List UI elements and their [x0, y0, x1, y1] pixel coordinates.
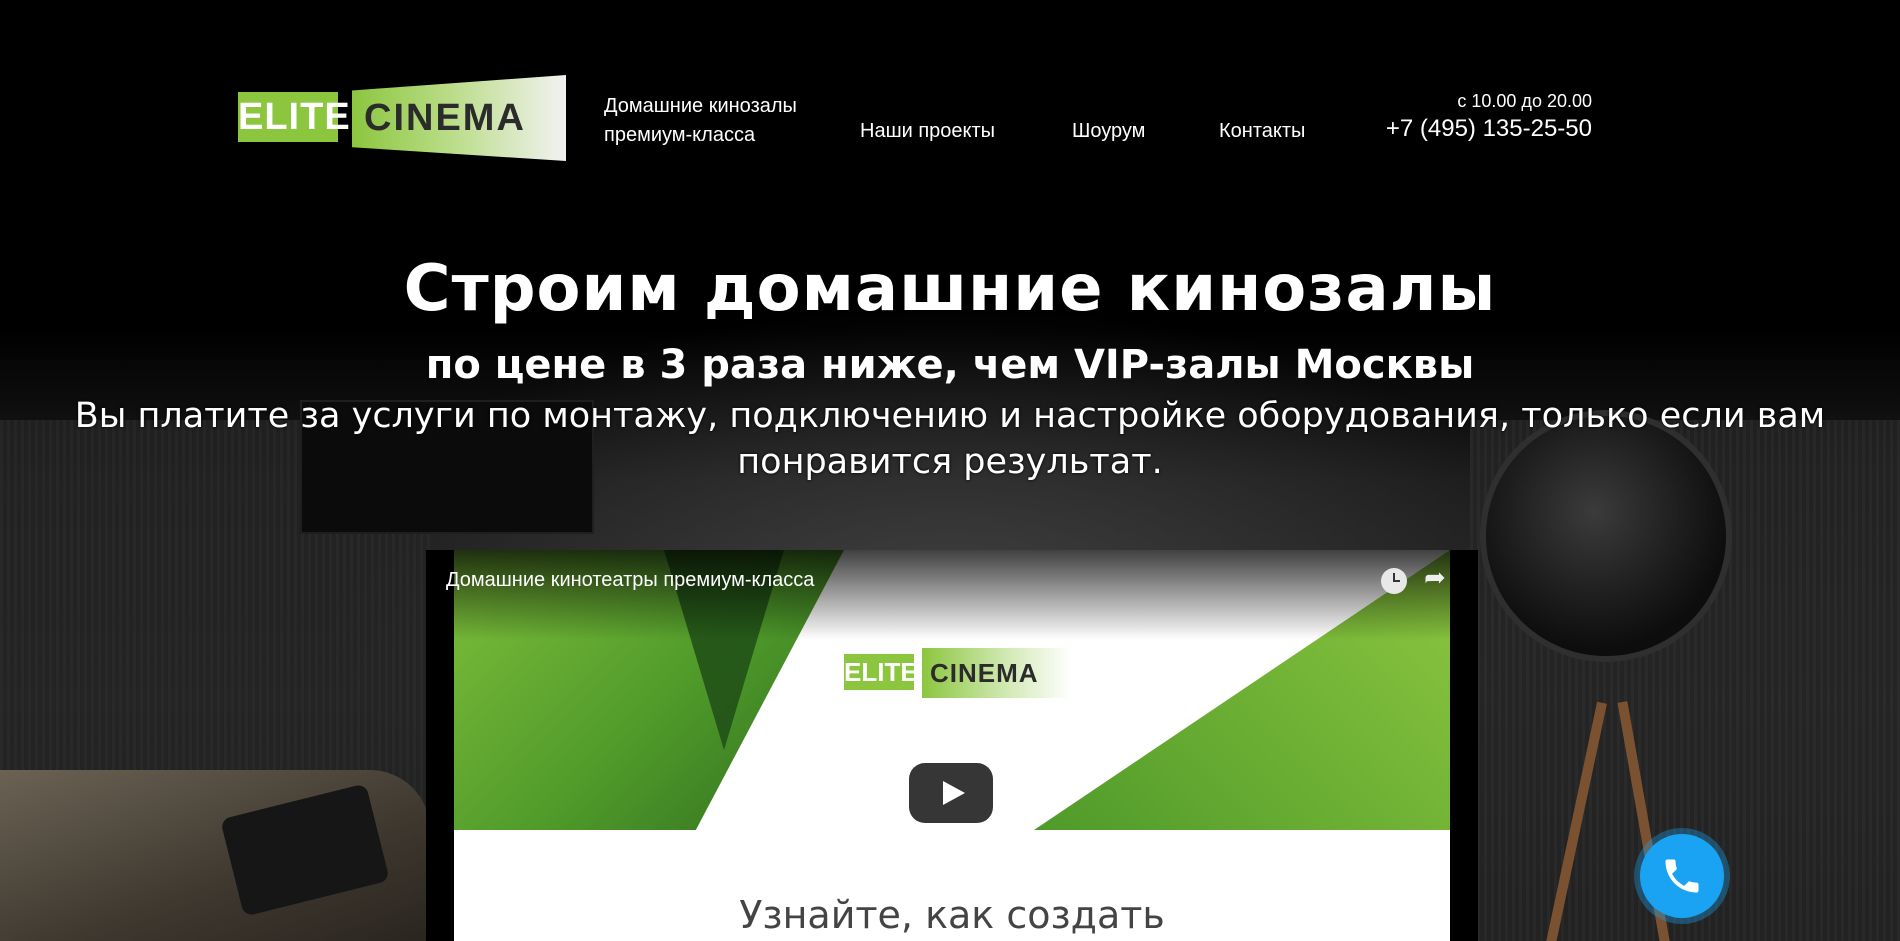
- hero-description: Вы платите за услуги по монтажу, подключ…: [74, 396, 1826, 482]
- hero-subtitle: по цене в 3 раза ниже, чем VIP-залы Моск…: [425, 342, 1475, 388]
- video-logo-cinema-text: CINEMA: [922, 648, 1072, 698]
- site-logo[interactable]: ELITE CINEMA: [238, 75, 566, 161]
- video-caption: Узнайте, как создать: [739, 893, 1165, 937]
- video-top-gradient: [454, 550, 1450, 640]
- working-hours: с 10.00 до 20.00: [1457, 91, 1592, 111]
- header-phone-link[interactable]: +7 (495) 135-25-50: [1386, 115, 1592, 143]
- clock-icon[interactable]: [1381, 568, 1407, 594]
- tagline-line-1: Домашние кинозалы: [604, 95, 797, 117]
- play-icon[interactable]: [909, 763, 993, 823]
- share-icon[interactable]: ➦: [1424, 563, 1454, 593]
- site-header: ELITE CINEMA Домашние кинозалы премиум-к…: [0, 0, 1900, 170]
- video-title[interactable]: Домашние кинотеатры премиум-класса: [446, 569, 814, 592]
- video-logo: ELITE CINEMA: [844, 644, 1074, 704]
- nav-link-showroom[interactable]: Шоурум: [1072, 120, 1145, 143]
- tagline-line-2: премиум-класса: [604, 124, 756, 146]
- nav-link-projects[interactable]: Наши проекты: [860, 120, 995, 143]
- video-thumbnail: ELITE CINEMA: [454, 550, 1450, 941]
- logo-cinema-text: CINEMA: [352, 75, 566, 161]
- video-logo-elite-text: ELITE: [844, 654, 918, 690]
- video-player[interactable]: ELITE CINEMA: [426, 550, 1478, 941]
- logo-elite-text: ELITE: [238, 92, 350, 142]
- call-button[interactable]: [1640, 834, 1724, 918]
- phone-icon: [1665, 859, 1699, 893]
- nav-link-contacts[interactable]: Контакты: [1219, 120, 1305, 143]
- hero-title: Строим домашние кинозалы: [403, 252, 1497, 326]
- header-tagline: Домашние кинозалы премиум-класса: [604, 92, 834, 150]
